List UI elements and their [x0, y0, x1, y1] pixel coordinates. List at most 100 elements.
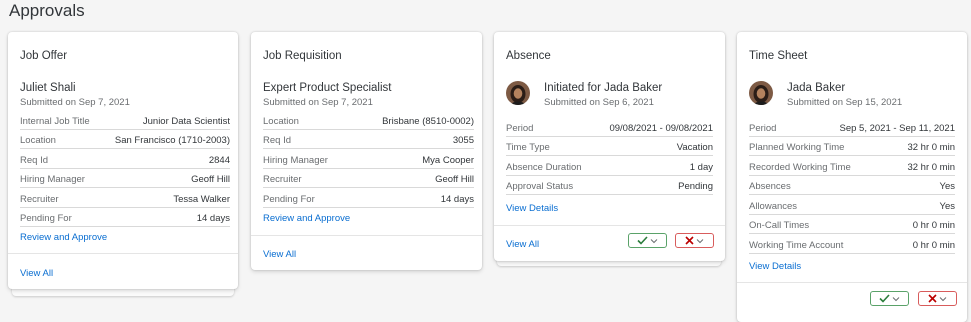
cross-icon: [685, 236, 694, 245]
avatar: [506, 81, 530, 105]
detail-row: Approval Status Pending: [506, 176, 713, 195]
row-label: Recruiter: [263, 174, 302, 185]
row-label: Hiring Manager: [20, 174, 85, 185]
page-title: Approvals: [9, 1, 85, 20]
row-label: Absence Duration: [506, 161, 582, 173]
detail-row: Internal Job Title Junior Data Scientist: [20, 110, 230, 130]
card-title: Job Requisition: [263, 50, 342, 62]
view-all-link[interactable]: View All: [20, 268, 53, 279]
row-value: 1 day: [689, 161, 713, 173]
row-label: Req Id: [263, 135, 291, 146]
footer-divider: [8, 253, 238, 254]
row-value: 3055: [452, 135, 474, 146]
row-label: Hiring Manager: [263, 154, 328, 166]
detail-row: Absences Yes: [749, 176, 956, 195]
row-value: Vacation: [676, 142, 713, 153]
card-title: Absence: [506, 50, 551, 62]
row-label: Period: [749, 122, 777, 134]
row-label: Working Time Account: [749, 239, 844, 251]
row-value: Geoff Hill: [435, 174, 474, 185]
detail-row: Pending For 14 days: [20, 208, 230, 227]
detail-row: Recorded Working Time 32 hr 0 min: [749, 156, 955, 176]
detail-row: Req Id 3055: [263, 130, 474, 149]
detail-row: Period 09/08/2021 - 09/08/2021: [506, 117, 713, 137]
row-value: Yes: [939, 200, 956, 212]
job-offer-card: Job Offer Juliet Shali Submitted on Sep …: [8, 32, 238, 289]
submitted-date: Submitted on Sep 15, 2021: [787, 97, 903, 108]
approve-button[interactable]: [628, 233, 667, 248]
row-value: San Francisco (1710-2003): [114, 135, 230, 146]
detail-row: Allowances Yes: [749, 195, 955, 215]
chevron-down-icon: [650, 238, 658, 243]
time-sheet-card: Time Sheet Jada Baker Submitted on Sep 1…: [737, 32, 967, 322]
avatar: [749, 81, 773, 105]
detail-row: Hiring Manager Mya Cooper: [263, 149, 474, 169]
row-label: Pending For: [263, 193, 315, 205]
initiated-for[interactable]: Initiated for Jada Baker: [544, 82, 662, 94]
review-and-approve-link[interactable]: Review and Approve: [263, 213, 350, 224]
row-value: 2844: [208, 154, 230, 166]
job-requisition-card: Job Requisition Expert Product Specialis…: [251, 32, 482, 270]
submitted-date: Submitted on Sep 7, 2021: [263, 97, 373, 108]
reject-button[interactable]: [918, 291, 957, 306]
detail-rows: Internal Job Title Junior Data Scientist …: [20, 110, 230, 227]
detail-row: Planned Working Time 32 hr 0 min: [749, 137, 955, 156]
detail-row: Time Type Vacation: [506, 137, 713, 156]
detail-row: Location Brisbane (8510-0002): [263, 110, 474, 130]
detail-row: Recruiter Tessa Walker: [20, 188, 230, 208]
row-label: Absences: [749, 181, 791, 192]
approve-button[interactable]: [870, 291, 909, 306]
detail-row: Working Time Account 0 hr 0 min: [749, 234, 955, 254]
row-value: Yes: [939, 181, 956, 192]
row-value: 0 hr 0 min: [912, 220, 955, 231]
row-label: Period: [506, 122, 534, 134]
detail-row: Hiring Manager Geoff Hill: [20, 169, 230, 188]
requisition-name[interactable]: Expert Product Specialist: [263, 82, 391, 94]
row-value: 0 hr 0 min: [912, 239, 955, 251]
submitted-date: Submitted on Sep 7, 2021: [20, 97, 130, 108]
detail-row: Absence Duration 1 day: [506, 156, 713, 176]
detail-row: Pending For 14 days: [263, 188, 474, 208]
row-label: Location: [263, 115, 299, 127]
review-and-approve-link[interactable]: Review and Approve: [20, 232, 107, 243]
row-label: Req Id: [20, 154, 48, 166]
row-label: Recorded Working Time: [749, 161, 851, 173]
row-label: Allowances: [749, 200, 798, 212]
submitted-date: Submitted on Sep 6, 2021: [544, 97, 654, 108]
view-details-link[interactable]: View Details: [506, 203, 558, 214]
detail-rows: Period 09/08/2021 - 09/08/2021 Time Type V…: [506, 117, 713, 195]
row-value: Pending: [678, 181, 713, 192]
row-label: Internal Job Title: [20, 115, 90, 127]
checkmark-icon: [637, 236, 648, 245]
row-label: Time Type: [506, 142, 550, 153]
row-value: Sep 5, 2021 - Sep 11, 2021: [839, 122, 956, 134]
detail-rows: Location Brisbane (8510-0002) Req Id 3055 …: [263, 110, 474, 208]
detail-row: Period Sep 5, 2021 - Sep 11, 2021: [749, 117, 955, 137]
candidate-name[interactable]: Juliet Shali: [20, 82, 76, 94]
reject-button[interactable]: [675, 233, 714, 248]
view-all-link[interactable]: View All: [263, 249, 296, 260]
footer-divider: [251, 235, 482, 236]
chevron-down-icon: [939, 296, 947, 301]
view-details-link[interactable]: View Details: [749, 261, 801, 272]
checkmark-icon: [879, 294, 890, 303]
absence-card: Absence Initiated for Jada Baker Submitt…: [494, 32, 725, 261]
row-label: Planned Working Time: [749, 142, 845, 153]
chevron-down-icon: [696, 238, 704, 243]
card-title: Time Sheet: [749, 50, 808, 62]
row-value: Junior Data Scientist: [142, 115, 230, 127]
cross-icon: [928, 294, 937, 303]
row-value: 14 days: [440, 193, 474, 205]
employee-name[interactable]: Jada Baker: [787, 82, 845, 94]
row-value: 09/08/2021 - 09/08/2021: [609, 122, 713, 134]
row-label: Pending For: [20, 213, 72, 224]
row-value: 32 hr 0 min: [907, 142, 955, 153]
row-value: Brisbane (8510-0002): [382, 115, 474, 127]
row-value: Geoff Hill: [191, 174, 230, 185]
row-label: Approval Status: [506, 181, 574, 192]
view-all-link[interactable]: View All: [506, 239, 539, 250]
detail-row: Req Id 2844: [20, 149, 230, 169]
chevron-down-icon: [892, 296, 900, 301]
card-title: Job Offer: [20, 50, 68, 62]
footer-divider: [737, 282, 967, 283]
